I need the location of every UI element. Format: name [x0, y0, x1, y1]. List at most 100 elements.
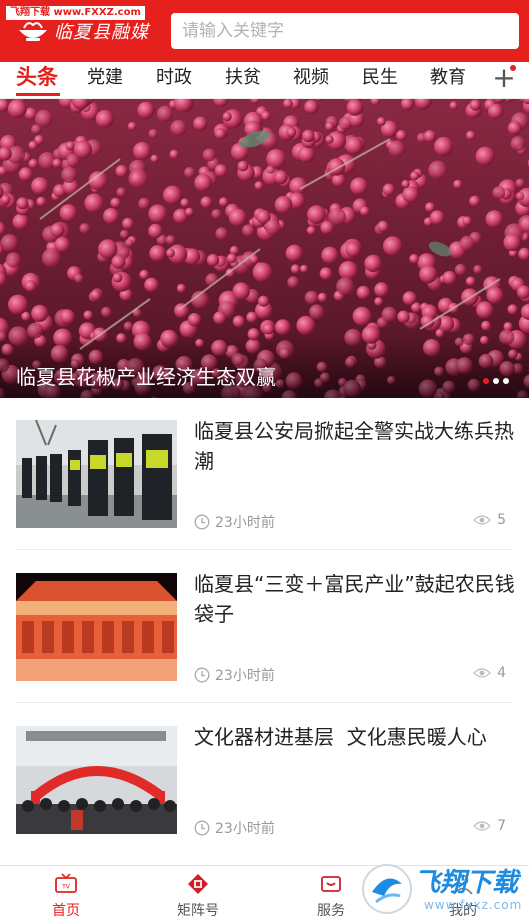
berry	[19, 167, 33, 181]
berry	[203, 149, 216, 162]
berry	[460, 236, 475, 251]
berry	[137, 102, 154, 119]
publish-time: 23小时前	[194, 818, 275, 838]
berry	[353, 307, 372, 326]
berry	[443, 271, 457, 285]
berry	[430, 210, 445, 225]
news-title[interactable]: 临夏县公安局掀起全警实战大练兵热潮	[194, 416, 519, 476]
berry	[180, 198, 189, 207]
tab-video[interactable]: 视频	[293, 66, 329, 90]
search-box[interactable]	[171, 13, 519, 49]
berry	[318, 293, 327, 302]
berry	[36, 197, 46, 207]
watermark-bottom-text: 飞翔下载	[414, 862, 518, 899]
tab-poverty-relief[interactable]: 扶贫	[225, 66, 261, 90]
berry	[298, 146, 315, 163]
berry	[31, 305, 48, 322]
news-item[interactable]: 临夏县公安局掀起全警实战大练兵热潮 23小时前 5	[16, 420, 514, 528]
berry	[275, 196, 293, 214]
berry	[84, 310, 93, 319]
tab-party-building[interactable]: 党建	[87, 66, 123, 90]
search-input[interactable]	[180, 20, 519, 42]
berry	[455, 264, 467, 276]
berry	[325, 122, 334, 131]
berry	[261, 111, 271, 121]
berry	[428, 161, 447, 180]
banner-title[interactable]: 临夏县花椒产业经济生态双赢	[16, 361, 276, 390]
berry	[133, 142, 151, 160]
berry	[321, 247, 338, 264]
berry	[139, 270, 149, 280]
berry	[345, 137, 363, 155]
nav-home-label: 首页	[26, 900, 106, 920]
berry	[8, 99, 27, 118]
pager-dot	[493, 378, 499, 384]
berry	[174, 303, 189, 318]
berry	[383, 236, 402, 255]
berry	[124, 322, 133, 331]
berry	[60, 309, 75, 324]
berry	[229, 209, 247, 227]
berry	[336, 277, 354, 295]
berry	[13, 214, 29, 230]
tab-politics[interactable]: 时政	[156, 66, 192, 90]
news-thumbnail	[16, 420, 177, 528]
berry	[286, 245, 303, 262]
berry	[345, 242, 360, 257]
nav-matrix[interactable]: 矩阵号	[158, 873, 238, 920]
berry	[307, 226, 316, 235]
berry	[215, 227, 228, 240]
tab-headlines[interactable]: 头条	[16, 65, 58, 89]
tab-education[interactable]: 教育	[430, 66, 466, 90]
tab-livelihood[interactable]: 民生	[362, 66, 398, 90]
berry	[275, 319, 291, 335]
publish-time: 23小时前	[194, 512, 275, 532]
nav-home[interactable]: TV 首页	[26, 873, 106, 920]
berry	[328, 208, 346, 226]
berry	[481, 321, 491, 331]
berry	[410, 171, 419, 180]
view-count: 4	[473, 665, 506, 681]
news-item[interactable]: 临夏县“三变＋富民产业”鼓起农民钱袋子 23小时前 4	[16, 573, 514, 681]
publish-time-text: 23小时前	[215, 665, 275, 685]
berry	[242, 224, 255, 237]
news-item[interactable]: 文化器材进基层 文化惠民暖人心 23小时前 7	[16, 726, 514, 834]
berry	[170, 150, 179, 159]
news-title[interactable]: 文化器材进基层 文化惠民暖人心	[194, 722, 519, 752]
berry	[157, 106, 173, 122]
berry	[74, 274, 83, 283]
berry	[286, 127, 296, 137]
berry	[266, 165, 275, 174]
berry	[374, 297, 383, 306]
berry	[113, 273, 123, 283]
berry	[357, 286, 371, 300]
berry	[320, 267, 333, 280]
headline-banner[interactable]: 临夏县花椒产业经济生态双赢	[0, 99, 529, 398]
clock-icon	[194, 667, 210, 683]
berry	[25, 280, 36, 291]
matrix-icon	[186, 873, 210, 895]
view-count-text: 7	[497, 818, 506, 834]
berry	[360, 206, 370, 216]
berry	[148, 204, 167, 223]
berry	[403, 291, 417, 305]
active-tab-indicator	[16, 93, 60, 96]
clock-icon	[194, 514, 210, 530]
berry	[300, 265, 308, 273]
berry	[55, 237, 70, 252]
berry	[377, 221, 388, 232]
berry	[283, 99, 293, 108]
berry	[116, 165, 128, 177]
berry	[233, 282, 250, 299]
news-title[interactable]: 临夏县“三变＋富民产业”鼓起农民钱袋子	[194, 569, 519, 629]
berry	[305, 291, 319, 305]
berry	[402, 180, 410, 188]
berry	[287, 276, 299, 288]
app-logo[interactable]: 临夏县融媒	[16, 17, 156, 45]
berry	[382, 307, 397, 322]
watermark-bottom-url: www.fxxz.com	[424, 898, 522, 912]
berry	[347, 99, 364, 116]
nav-matrix-label: 矩阵号	[158, 900, 238, 920]
berry	[434, 137, 453, 156]
berry	[215, 164, 228, 177]
